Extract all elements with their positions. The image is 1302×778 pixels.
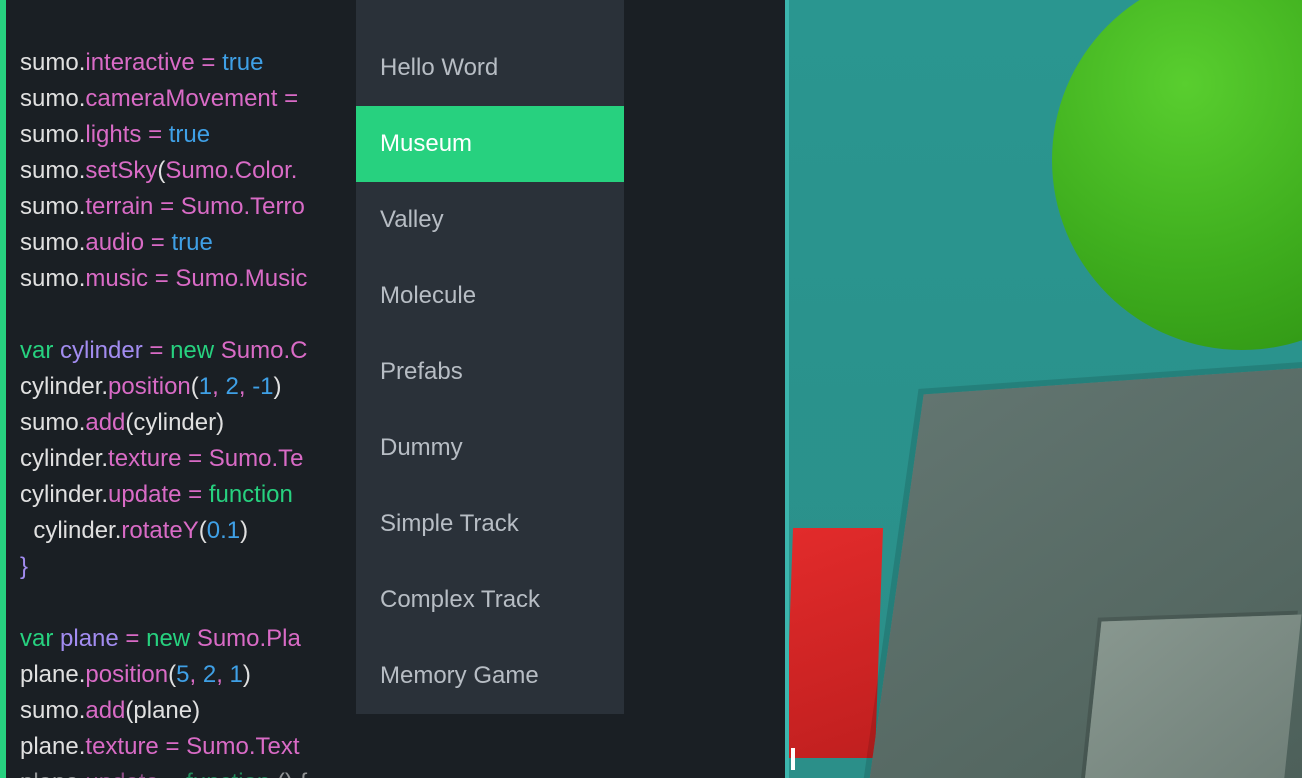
scene-viewport[interactable] xyxy=(785,0,1302,778)
template-item-memory-game[interactable]: Memory Game xyxy=(356,638,624,714)
template-item-dummy[interactable]: Dummy xyxy=(356,410,624,486)
template-item-simple-track[interactable]: Simple Track xyxy=(356,486,624,562)
template-item-empty-project[interactable]: Empty Project xyxy=(356,0,624,30)
template-item-valley[interactable]: Valley xyxy=(356,182,624,258)
template-dropdown[interactable]: Empty Project Hello Word Museum Valley M… xyxy=(356,0,624,714)
code-line: plane.update = function () { xyxy=(20,765,785,778)
scene-red-object xyxy=(785,528,883,758)
template-item-complex-track[interactable]: Complex Track xyxy=(356,562,624,638)
viewport-cursor xyxy=(791,748,795,770)
template-item-prefabs[interactable]: Prefabs xyxy=(356,334,624,410)
template-item-museum[interactable]: Museum xyxy=(356,106,624,182)
template-item-molecule[interactable]: Molecule xyxy=(356,258,624,334)
scene-block-front xyxy=(1083,615,1302,778)
scene-sphere xyxy=(1052,0,1302,350)
code-line: plane.texture = Sumo.Text xyxy=(20,729,785,765)
template-item-hello-word[interactable]: Hello Word xyxy=(356,30,624,106)
